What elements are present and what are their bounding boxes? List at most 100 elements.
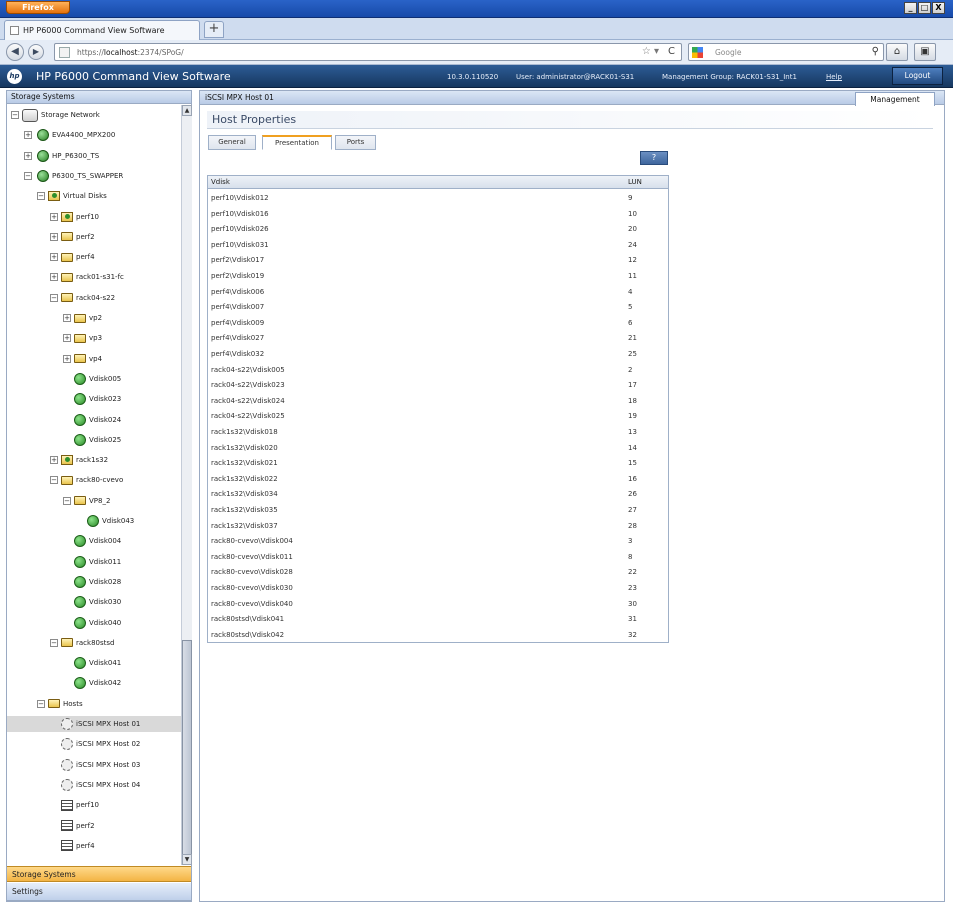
tree-node[interactable]: perf10 <box>50 797 99 813</box>
accordion-settings[interactable]: Settings <box>7 883 191 901</box>
close-button[interactable]: X <box>932 2 945 14</box>
tree-scrollbar[interactable]: ▲ ▼ <box>181 105 192 865</box>
tree-node[interactable]: Vdisk004 <box>63 533 121 549</box>
tree-node[interactable]: perf4 <box>50 838 95 854</box>
expand-icon[interactable]: + <box>50 212 58 221</box>
tree-node[interactable]: + perf2 <box>50 229 95 245</box>
tree-node[interactable]: iSCSI MPX Host 01 <box>7 716 181 732</box>
table-row[interactable]: rack1s32\Vdisk037 28 <box>208 519 668 535</box>
collapse-icon[interactable]: − <box>37 699 45 708</box>
expand-icon[interactable]: + <box>63 354 71 363</box>
minimize-button[interactable]: _ <box>904 2 917 14</box>
collapse-icon[interactable]: − <box>11 111 19 119</box>
firefox-menu-button[interactable]: Firefox <box>6 1 70 14</box>
tree-node[interactable]: Vdisk041 <box>63 655 121 671</box>
scroll-up-button[interactable]: ▲ <box>182 105 192 116</box>
back-button[interactable]: ◀ <box>6 43 24 61</box>
table-row[interactable]: rack1s32\Vdisk020 14 <box>208 441 668 457</box>
tree-node[interactable]: Vdisk024 <box>63 412 121 428</box>
table-row[interactable]: perf10\Vdisk016 10 <box>208 207 668 223</box>
tree-node[interactable]: iSCSI MPX Host 03 <box>50 757 140 773</box>
table-row[interactable]: rack04-s22\Vdisk025 19 <box>208 409 668 425</box>
table-row[interactable]: perf10\Vdisk026 20 <box>208 222 668 238</box>
table-row[interactable]: rack1s32\Vdisk021 15 <box>208 456 668 472</box>
tree-node[interactable]: + rack1s32 <box>50 452 108 468</box>
expand-icon[interactable]: + <box>24 131 32 140</box>
tree-node[interactable]: − Virtual Disks <box>37 188 107 204</box>
tree-node[interactable]: + rack01-s31-fc <box>50 269 124 285</box>
collapse-icon[interactable]: − <box>24 171 32 180</box>
tree-node[interactable]: Vdisk030 <box>63 594 121 610</box>
tree-node[interactable]: + perf10 <box>50 209 99 225</box>
accordion-storage-systems[interactable]: Storage Systems <box>7 866 191 882</box>
collapse-icon[interactable]: − <box>50 293 58 302</box>
table-row[interactable]: rack1s32\Vdisk034 26 <box>208 487 668 503</box>
tree-node[interactable]: Vdisk040 <box>63 615 121 631</box>
tree-node[interactable]: + vp3 <box>63 330 102 346</box>
logout-button[interactable]: Logout <box>892 67 943 85</box>
table-row[interactable]: rack80stsd\Vdisk042 32 <box>208 628 668 644</box>
table-row[interactable]: rack80-cvevo\Vdisk011 8 <box>208 550 668 566</box>
tree-node[interactable]: − rack80-cvevo <box>50 472 123 488</box>
tree-node[interactable]: Vdisk025 <box>63 432 121 448</box>
tree-node[interactable]: Vdisk005 <box>63 371 121 387</box>
table-row[interactable]: perf4\Vdisk032 25 <box>208 347 668 363</box>
expand-icon[interactable]: + <box>50 456 58 465</box>
table-row[interactable]: rack80-cvevo\Vdisk040 30 <box>208 597 668 613</box>
help-button[interactable]: ? <box>640 151 668 165</box>
tree-node[interactable]: Vdisk042 <box>63 675 121 691</box>
tab-management[interactable]: Management <box>855 92 935 106</box>
collapse-icon[interactable]: − <box>50 476 58 485</box>
table-row[interactable]: perf4\Vdisk006 4 <box>208 285 668 301</box>
tree-node[interactable]: + HP_P6300_TS <box>24 148 99 164</box>
expand-icon[interactable]: + <box>63 314 71 322</box>
search-bar[interactable]: Google ⚲ <box>688 43 884 61</box>
tree-node[interactable]: iSCSI MPX Host 04 <box>50 777 140 793</box>
collapse-icon[interactable]: − <box>50 638 58 647</box>
new-tab-button[interactable]: + <box>204 21 224 38</box>
table-row[interactable]: rack1s32\Vdisk018 13 <box>208 425 668 441</box>
table-row[interactable]: perf4\Vdisk027 21 <box>208 331 668 347</box>
tree-node[interactable]: + vp4 <box>63 351 102 367</box>
table-row[interactable]: perf4\Vdisk007 5 <box>208 300 668 316</box>
tree-node[interactable]: iSCSI MPX Host 02 <box>50 736 140 752</box>
tree-node[interactable]: + vp2 <box>63 310 102 326</box>
expand-icon[interactable]: + <box>50 273 58 282</box>
table-row[interactable]: perf2\Vdisk017 12 <box>208 253 668 269</box>
table-row[interactable]: perf2\Vdisk019 11 <box>208 269 668 285</box>
tree-node[interactable]: + perf4 <box>50 249 95 265</box>
table-row[interactable]: rack80-cvevo\Vdisk004 3 <box>208 534 668 550</box>
tree-node[interactable]: − rack80stsd <box>50 635 114 651</box>
table-row[interactable]: rack04-s22\Vdisk023 17 <box>208 378 668 394</box>
scroll-thumb[interactable] <box>182 640 192 855</box>
search-magnifier-icon[interactable]: ⚲ <box>872 46 879 57</box>
tree-node[interactable]: Vdisk028 <box>63 574 121 590</box>
reload-icon[interactable]: C <box>668 46 675 57</box>
column-header-lun[interactable]: LUN <box>628 176 642 188</box>
table-row[interactable]: rack80-cvevo\Vdisk030 23 <box>208 581 668 597</box>
table-row[interactable]: rack1s32\Vdisk022 16 <box>208 472 668 488</box>
expand-icon[interactable]: + <box>50 253 58 262</box>
table-row[interactable]: perf4\Vdisk009 6 <box>208 316 668 332</box>
collapse-icon[interactable]: − <box>63 496 71 505</box>
tree-node[interactable]: Vdisk011 <box>63 554 121 570</box>
expand-icon[interactable]: + <box>24 151 32 160</box>
restore-button[interactable]: □ <box>918 2 931 14</box>
tree-node[interactable]: − VP8_2 <box>63 493 110 509</box>
table-row[interactable]: rack80stsd\Vdisk041 31 <box>208 612 668 628</box>
url-bar[interactable]: https://localhost:2374/SPoG/ ☆ ▾ C <box>54 43 682 61</box>
scroll-down-button[interactable]: ▼ <box>182 854 192 865</box>
expand-icon[interactable]: + <box>63 334 71 343</box>
table-row[interactable]: rack1s32\Vdisk035 27 <box>208 503 668 519</box>
table-row[interactable]: perf10\Vdisk012 9 <box>208 191 668 207</box>
table-row[interactable]: rack04-s22\Vdisk024 18 <box>208 394 668 410</box>
tab-presentation[interactable]: Presentation <box>262 135 332 150</box>
tree-node[interactable]: − rack04-s22 <box>50 290 115 306</box>
tree-node[interactable]: + EVA4400_MPX200 <box>24 127 115 143</box>
tab-ports[interactable]: Ports <box>335 135 376 150</box>
browser-tab[interactable]: HP P6000 Command View Software <box>4 20 200 40</box>
tree-node[interactable]: Vdisk023 <box>63 391 121 407</box>
tree-node[interactable]: perf2 <box>50 818 95 834</box>
bookmark-star-icon[interactable]: ☆ ▾ <box>642 46 659 57</box>
tree-node[interactable]: − P6300_TS_SWAPPER <box>24 168 123 184</box>
